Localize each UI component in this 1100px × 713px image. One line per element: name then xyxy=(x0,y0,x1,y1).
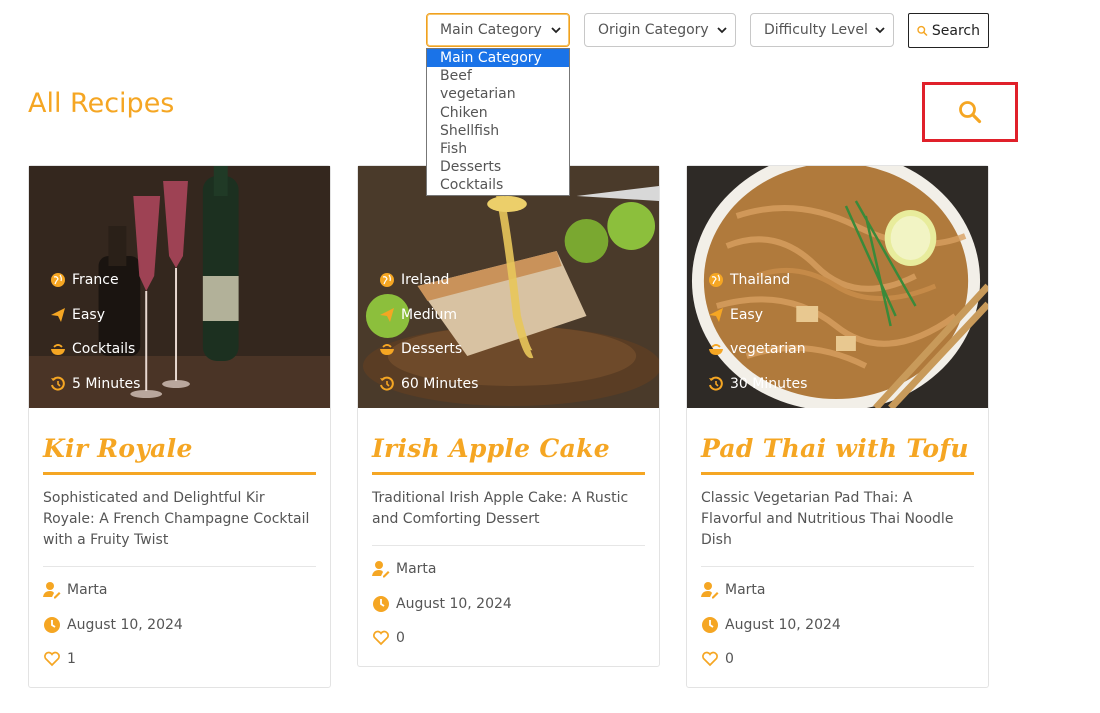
chevron-down-icon xyxy=(875,27,885,34)
recipe-date-label: August 10, 2024 xyxy=(396,595,512,612)
recipe-category-label: Desserts xyxy=(401,341,463,358)
recipe-category: Desserts xyxy=(379,332,478,367)
recipe-category: vegetarian xyxy=(708,332,807,367)
recipe-origin-label: France xyxy=(72,272,119,289)
history-icon xyxy=(51,376,65,391)
recipe-description: Classic Vegetarian Pad Thai: A Flavorful… xyxy=(701,475,974,567)
recipe-origin: Ireland xyxy=(379,263,478,298)
clock-icon xyxy=(373,595,389,612)
origin-category-select[interactable]: Origin Category xyxy=(584,13,736,47)
recipe-author-name: Marta xyxy=(725,582,766,599)
user-pen-icon xyxy=(701,582,719,599)
recipe-card[interactable]: Ireland Medium Desserts 60 Minutes Irish… xyxy=(357,165,660,667)
recipe-category: Cocktails xyxy=(50,332,140,367)
dropdown-option[interactable]: Shellfish xyxy=(427,122,569,140)
globe-icon xyxy=(51,273,65,288)
user-pen-icon xyxy=(43,582,61,599)
difficulty-level-select[interactable]: Difficulty Level xyxy=(750,13,894,47)
recipe-title[interactable]: Pad Thai with Tofu xyxy=(701,408,974,475)
recipe-difficulty-label: Easy xyxy=(72,306,106,323)
bowl-icon xyxy=(51,344,65,356)
recipe-likes[interactable]: 0 xyxy=(701,642,974,677)
dropdown-option[interactable]: Cocktails xyxy=(427,176,569,194)
paper-plane-icon xyxy=(380,307,394,322)
paper-plane-icon xyxy=(709,307,723,322)
recipe-likes-count: 1 xyxy=(67,651,76,668)
recipe-date: August 10, 2024 xyxy=(372,587,645,622)
paper-plane-icon xyxy=(51,307,65,322)
chevron-down-icon xyxy=(551,27,561,34)
recipe-author: Marta xyxy=(43,573,316,608)
recipe-photo[interactable]: France Easy Cocktails 5 Minutes xyxy=(29,166,330,408)
recipe-origin-label: Ireland xyxy=(401,272,450,289)
chevron-down-icon xyxy=(717,27,727,34)
clock-icon xyxy=(44,616,60,633)
recipe-photo[interactable]: Thailand Easy vegetarian 30 Minutes xyxy=(687,166,988,408)
recipe-likes-count: 0 xyxy=(725,651,734,668)
recipe-card[interactable]: France Easy Cocktails 5 Minutes Kir Roya… xyxy=(28,165,331,688)
globe-icon xyxy=(709,273,723,288)
clock-icon xyxy=(702,616,718,633)
recipe-date: August 10, 2024 xyxy=(43,608,316,643)
dropdown-option[interactable]: vegetarian xyxy=(427,85,569,103)
dropdown-option[interactable]: Beef xyxy=(427,67,569,85)
recipe-author: Marta xyxy=(701,573,974,608)
search-icon xyxy=(917,25,928,36)
heart-icon[interactable] xyxy=(43,650,61,668)
recipe-difficulty: Easy xyxy=(50,298,140,333)
recipe-time-label: 5 Minutes xyxy=(72,376,141,393)
recipe-description: Sophisticated and Delightful Kir Royale:… xyxy=(43,475,316,567)
main-category-dropdown[interactable]: Main Category Beef vegetarian Chiken She… xyxy=(426,48,570,196)
recipe-difficulty-label: Easy xyxy=(730,306,764,323)
recipe-time: 5 Minutes xyxy=(50,367,140,402)
heart-icon[interactable] xyxy=(372,629,390,647)
dropdown-option[interactable]: Fish xyxy=(427,140,569,158)
recipe-time-label: 60 Minutes xyxy=(401,376,479,393)
recipe-date: August 10, 2024 xyxy=(701,608,974,643)
recipe-origin: Thailand xyxy=(708,263,807,298)
globe-icon xyxy=(380,273,394,288)
recipe-category-label: Cocktails xyxy=(72,341,136,358)
recipe-time: 30 Minutes xyxy=(708,367,807,402)
recipe-photo[interactable]: Ireland Medium Desserts 60 Minutes xyxy=(358,166,659,408)
recipe-title[interactable]: Kir Royale xyxy=(43,408,316,475)
history-icon xyxy=(380,376,394,391)
recipe-likes-count: 0 xyxy=(396,630,405,647)
recipe-date-label: August 10, 2024 xyxy=(725,616,841,633)
recipe-title[interactable]: Irish Apple Cake xyxy=(372,408,645,475)
recipe-difficulty: Medium xyxy=(379,298,478,333)
bowl-icon xyxy=(380,344,394,356)
origin-category-value: Origin Category xyxy=(598,22,709,38)
page-title: All Recipes xyxy=(28,88,175,119)
recipe-category-label: vegetarian xyxy=(730,341,806,358)
recipe-likes[interactable]: 1 xyxy=(43,642,316,677)
recipe-difficulty: Easy xyxy=(708,298,807,333)
main-category-select[interactable]: Main Category xyxy=(426,13,570,47)
dropdown-option[interactable]: Chiken xyxy=(427,104,569,122)
search-button-label: Search xyxy=(931,22,980,39)
dropdown-option[interactable]: Main Category xyxy=(427,49,569,68)
recipe-description: Traditional Irish Apple Cake: A Rustic a… xyxy=(372,475,645,546)
user-pen-icon xyxy=(372,561,390,578)
recipe-author: Marta xyxy=(372,552,645,587)
recipe-origin-label: Thailand xyxy=(730,272,791,289)
dropdown-option[interactable]: Desserts xyxy=(427,158,569,176)
recipe-author-name: Marta xyxy=(67,582,108,599)
search-toggle-button[interactable] xyxy=(922,82,1018,142)
recipe-difficulty-label: Medium xyxy=(401,306,457,323)
recipe-author-name: Marta xyxy=(396,561,437,578)
search-button[interactable]: Search xyxy=(908,13,989,48)
history-icon xyxy=(709,376,723,391)
bowl-icon xyxy=(709,344,723,356)
recipe-time-label: 30 Minutes xyxy=(730,376,808,393)
heart-icon[interactable] xyxy=(701,650,719,668)
recipe-time: 60 Minutes xyxy=(379,367,478,402)
recipe-date-label: August 10, 2024 xyxy=(67,616,183,633)
recipe-likes[interactable]: 0 xyxy=(372,621,645,656)
main-category-value: Main Category xyxy=(440,22,542,38)
recipe-origin: France xyxy=(50,263,140,298)
search-icon xyxy=(959,101,982,124)
difficulty-level-value: Difficulty Level xyxy=(764,22,868,38)
recipe-card[interactable]: Thailand Easy vegetarian 30 Minutes Pad … xyxy=(686,165,989,688)
